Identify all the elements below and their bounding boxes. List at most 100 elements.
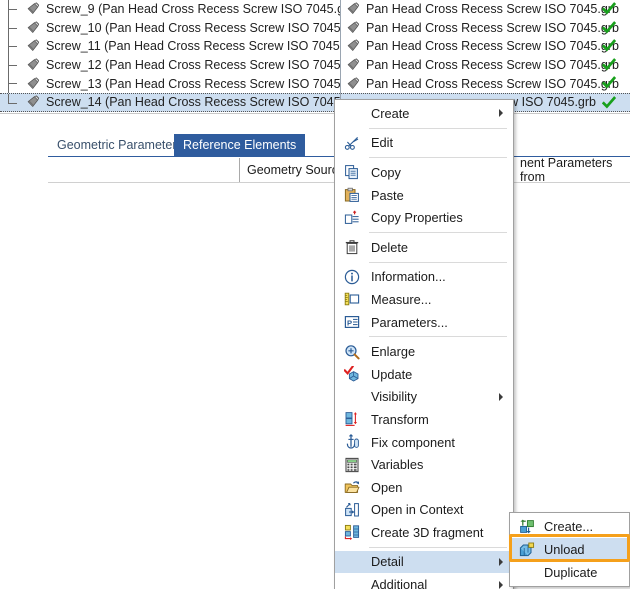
menu-item-label: Additional (371, 577, 427, 589)
tree-row[interactable]: Screw_13 (Pan Head Cross Recess Screw IS… (0, 74, 630, 93)
menu-item-create-3d-fragment[interactable]: Create 3D fragment (335, 521, 513, 544)
menu-item-edit[interactable]: Edit (335, 132, 513, 155)
tree-row[interactable]: Screw_10 (Pan Head Cross Recess Screw IS… (0, 19, 630, 38)
menu-item-label: Delete (371, 240, 408, 255)
menu-item-enlarge[interactable]: Enlarge (335, 340, 513, 363)
tree-item-label: Screw_14 (Pan Head Cross Recess Screw IS… (46, 95, 340, 109)
menu-item-delete[interactable]: Delete (335, 236, 513, 259)
detail-unload-icon (518, 541, 536, 559)
menu-item-detail[interactable]: Detail (335, 551, 513, 574)
menu-item-additional[interactable]: Additional (335, 573, 513, 589)
menu-item-duplicate[interactable]: Duplicate (510, 561, 629, 584)
tree-source-label: Pan Head Cross Recess Screw ISO 7045.grb (366, 58, 619, 72)
measure-icon (343, 290, 361, 308)
tree-cell-source[interactable]: Pan Head Cross Recess Screw ISO 7045.grb (340, 37, 630, 56)
menu-item-paste[interactable]: Paste (335, 184, 513, 207)
tree-connector-line (8, 37, 20, 56)
context-menu[interactable]: Create Edit Copy Paste Copy Properties Delete… (334, 99, 514, 589)
tab-geometric-parameters[interactable]: Geometric Parameters (48, 134, 192, 156)
tree-row[interactable]: Screw_14 (Pan Head Cross Recess Screw IS… (0, 93, 630, 112)
menu-item-label: Copy Properties (371, 210, 463, 225)
menu-item-open[interactable]: Open (335, 476, 513, 499)
menu-item-parameters[interactable]: PParameters... (335, 311, 513, 334)
trash-icon (343, 238, 361, 256)
tree-cell-name[interactable]: Screw_11 (Pan Head Cross Recess Screw IS… (0, 37, 340, 56)
tree-row[interactable]: Screw_12 (Pan Head Cross Recess Screw IS… (0, 56, 630, 75)
tree-row[interactable]: Screw_11 (Pan Head Cross Recess Screw IS… (0, 37, 630, 56)
menu-item-measure[interactable]: Measure... (335, 288, 513, 311)
update-icon (343, 365, 361, 383)
tree-connector-line (8, 0, 20, 19)
tree-cell-source[interactable]: Pan Head Cross Recess Screw ISO 7045.grb (340, 74, 630, 93)
folder-open-icon (343, 478, 361, 496)
tree-cell-source[interactable]: Pan Head Cross Recess Screw ISO 7045.grb (340, 19, 630, 38)
menu-item-fix-component[interactable]: Fix component (335, 431, 513, 454)
fragment-icon (343, 523, 361, 541)
menu-item-label: Create... (544, 519, 593, 534)
menu-item-copy[interactable]: Copy (335, 161, 513, 184)
menu-item-create[interactable]: Create (335, 102, 513, 125)
menu-item-unload[interactable]: Unload (510, 538, 629, 561)
screw-icon (26, 19, 41, 37)
svg-text:P: P (347, 318, 352, 327)
tree-column-splitter[interactable] (340, 0, 341, 113)
panel-tabstrip[interactable]: Geometric ParametersReference Elements (0, 134, 630, 156)
tree-cell-source[interactable]: Pan Head Cross Recess Screw ISO 7045.grb (340, 56, 630, 75)
column-header-component-parameters[interactable]: nent Parameters from (512, 158, 630, 182)
chevron-right-icon (499, 393, 503, 401)
transform-icon (343, 410, 361, 428)
tab-label: Reference Elements (183, 138, 296, 152)
menu-item-label: Measure... (371, 292, 431, 307)
menu-item-label: Transform (371, 412, 429, 427)
menu-item-copy-properties[interactable]: Copy Properties (335, 206, 513, 229)
scissors-icon (343, 134, 361, 152)
component-tree[interactable]: Screw_9 (Pan Head Cross Recess Screw ISO… (0, 0, 630, 113)
tree-item-label: Screw_12 (Pan Head Cross Recess Screw IS… (46, 58, 340, 72)
tree-cell-name[interactable]: Screw_14 (Pan Head Cross Recess Screw IS… (0, 93, 340, 112)
screw-icon (346, 56, 361, 74)
tree-cell-name[interactable]: Screw_12 (Pan Head Cross Recess Screw IS… (0, 56, 340, 75)
anchor-icon (343, 433, 361, 451)
tree-cell-source[interactable]: Pan Head Cross Recess Screw ISO 7045.grb (340, 0, 630, 19)
variables-icon (343, 456, 361, 474)
column-header-label: Geometry Source (247, 163, 345, 177)
screw-icon (26, 0, 41, 18)
column-header-geometry-source[interactable]: Geometry Source (239, 158, 345, 182)
menu-item-label: Paste (371, 188, 404, 203)
tree-item-label: Screw_9 (Pan Head Cross Recess Screw ISO… (46, 2, 340, 16)
parameters-icon: P (343, 313, 361, 331)
chevron-right-icon (499, 558, 503, 566)
tree-cell-name[interactable]: Screw_9 (Pan Head Cross Recess Screw ISO… (0, 0, 340, 19)
tab-reference-elements[interactable]: Reference Elements (174, 134, 305, 156)
menu-item-variables[interactable]: Variables (335, 453, 513, 476)
tree-row[interactable]: Screw_9 (Pan Head Cross Recess Screw ISO… (0, 0, 630, 19)
paste-icon (343, 186, 361, 204)
tab-label: Geometric Parameters (57, 138, 183, 152)
menu-item-transform[interactable]: Transform (335, 408, 513, 431)
screw-icon (26, 37, 41, 55)
menu-item-label: Create (371, 106, 409, 121)
menu-item-label: Edit (371, 135, 393, 150)
status-check-icon (602, 76, 616, 93)
tree-item-label: Screw_13 (Pan Head Cross Recess Screw IS… (46, 77, 340, 91)
tree-cell-name[interactable]: Screw_13 (Pan Head Cross Recess Screw IS… (0, 74, 340, 93)
panel-top-divider (0, 113, 630, 114)
menu-item-visibility[interactable]: Visibility (335, 386, 513, 409)
menu-item-label: Create 3D fragment (371, 525, 483, 540)
menu-item-create[interactable]: Create... (510, 515, 629, 538)
tree-cell-name[interactable]: Screw_10 (Pan Head Cross Recess Screw IS… (0, 19, 340, 38)
menu-separator (369, 547, 507, 548)
screw-icon (346, 19, 361, 37)
status-check-icon (602, 2, 616, 19)
menu-item-label: Copy (371, 165, 401, 180)
screw-icon (26, 56, 41, 74)
menu-item-update[interactable]: Update (335, 363, 513, 386)
screw-icon (346, 37, 361, 55)
detail-submenu[interactable]: Create... UnloadDuplicate (509, 512, 630, 587)
menu-item-open-in-context[interactable]: Open in Context (335, 499, 513, 522)
column-header-label: nent Parameters from (520, 156, 630, 184)
tree-connector-line (8, 94, 20, 112)
menu-separator (369, 262, 507, 263)
menu-item-information[interactable]: Information... (335, 266, 513, 289)
tree-source-label: ew ISO 7045.grb (502, 95, 596, 109)
